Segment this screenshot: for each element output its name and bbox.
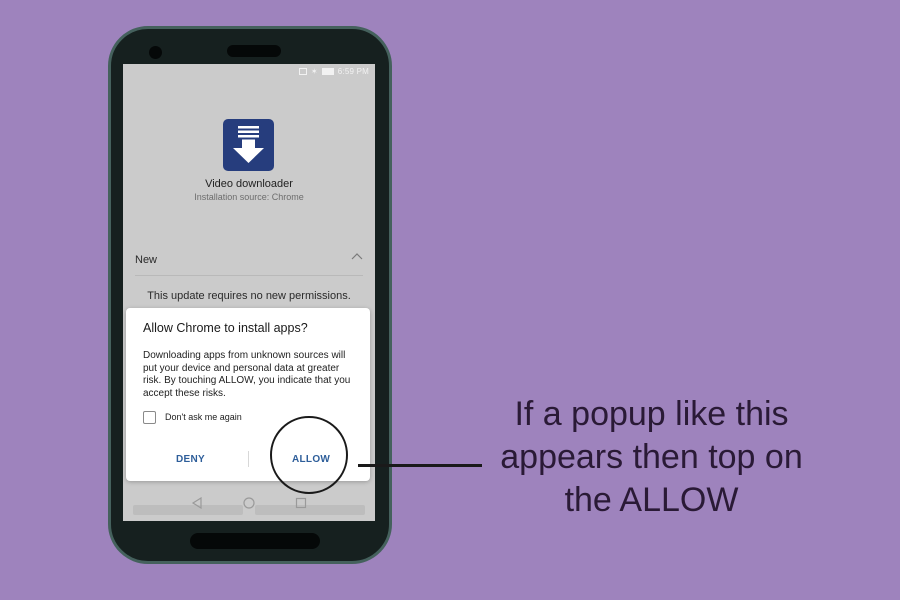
- divider: [135, 275, 363, 276]
- dialog-body: Downloading apps from unknown sources wi…: [143, 350, 351, 399]
- app-name: Video downloader: [205, 178, 293, 190]
- callout-pointer-line: [358, 464, 482, 467]
- dialog-title: Allow Chrome to install apps?: [143, 321, 308, 335]
- back-icon[interactable]: [191, 496, 203, 514]
- permissions-text: This update requires no new permissions.: [147, 290, 351, 302]
- installation-source: Installation source: Chrome: [194, 192, 304, 202]
- allow-highlight-circle: [270, 416, 348, 494]
- deny-button[interactable]: DENY: [176, 454, 205, 465]
- new-section-label: New: [135, 254, 158, 266]
- bottom-speaker: [190, 533, 320, 549]
- battery-icon: [321, 68, 334, 75]
- front-camera: [149, 46, 162, 59]
- download-arrow-icon: [223, 119, 274, 171]
- nfc-icon: [298, 68, 307, 75]
- instruction-text: If a popup like this appears then top on…: [500, 395, 803, 519]
- chevron-up-icon: [351, 252, 363, 265]
- bluetooth-icon: ✶: [310, 67, 318, 76]
- new-section-header[interactable]: New: [135, 252, 363, 266]
- dont-ask-again-label: Don't ask me again: [165, 412, 242, 422]
- status-time: 6:59 PM: [337, 67, 369, 76]
- dont-ask-again-checkbox[interactable]: [143, 411, 156, 424]
- phone-frame: ✶ 6:59 PM Video downloader Installation …: [108, 26, 392, 564]
- earpiece-speaker: [227, 45, 281, 57]
- home-icon[interactable]: [243, 496, 255, 514]
- recents-icon[interactable]: [295, 496, 307, 514]
- button-separator: [248, 451, 249, 467]
- status-bar: ✶ 6:59 PM: [298, 67, 369, 76]
- navigation-bar: [123, 489, 375, 521]
